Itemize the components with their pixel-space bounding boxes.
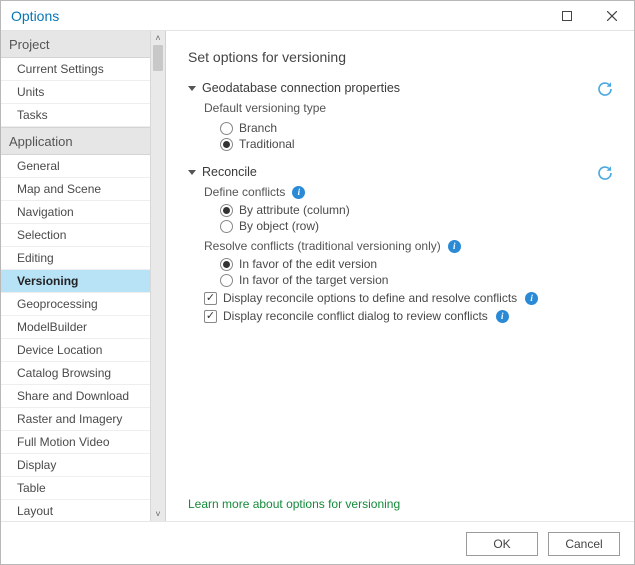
- radio-favor-edit-label: In favor of the edit version: [239, 257, 377, 271]
- radio-favor-edit[interactable]: In favor of the edit version: [220, 257, 616, 271]
- sidebar-item-raster-imagery[interactable]: Raster and Imagery: [1, 408, 151, 431]
- reset-geodatabase-button[interactable]: [596, 80, 614, 98]
- chevron-down-icon: [188, 86, 196, 91]
- checkbox-icon: ✓: [204, 292, 217, 305]
- info-icon[interactable]: i: [448, 240, 461, 253]
- info-icon[interactable]: i: [292, 186, 305, 199]
- sidebar-item-catalog-browsing[interactable]: Catalog Browsing: [1, 362, 151, 385]
- radio-traditional-label: Traditional: [239, 137, 295, 151]
- radio-by-object[interactable]: By object (row): [220, 219, 616, 233]
- scroll-down-arrow-icon[interactable]: ˅: [151, 507, 165, 521]
- close-button[interactable]: [589, 1, 634, 31]
- maximize-button[interactable]: [544, 1, 589, 31]
- content-pane: Set options for versioning Geodatabase c…: [166, 31, 634, 521]
- group-header-reconcile[interactable]: Reconcile: [188, 165, 616, 179]
- versioning-type-label: Default versioning type: [204, 101, 616, 115]
- cancel-button[interactable]: Cancel: [548, 532, 620, 556]
- sidebar-item-full-motion-video[interactable]: Full Motion Video: [1, 431, 151, 454]
- sidebar-item-versioning[interactable]: Versioning: [1, 270, 151, 293]
- check-display-dialog-label: Display reconcile conflict dialog to rev…: [223, 309, 488, 323]
- check-display-options-label: Display reconcile options to define and …: [223, 291, 517, 305]
- resolve-conflicts-label: Resolve conflicts (traditional versionin…: [204, 239, 441, 253]
- sidebar-section-application[interactable]: Application: [1, 127, 165, 155]
- check-display-options[interactable]: ✓ Display reconcile options to define an…: [204, 291, 616, 305]
- ok-button[interactable]: OK: [466, 532, 538, 556]
- chevron-down-icon: [188, 170, 196, 175]
- sidebar: Project Current Settings Units Tasks App…: [1, 31, 166, 521]
- group-title-reconcile: Reconcile: [202, 165, 257, 179]
- sidebar-item-tasks[interactable]: Tasks: [1, 104, 151, 127]
- sidebar-section-project[interactable]: Project: [1, 31, 165, 58]
- sidebar-item-general[interactable]: General: [1, 155, 151, 178]
- radio-by-object-label: By object (row): [239, 219, 319, 233]
- radio-favor-target-label: In favor of the target version: [239, 273, 388, 287]
- radio-icon: [220, 138, 233, 151]
- info-icon[interactable]: i: [525, 292, 538, 305]
- close-icon: [607, 11, 617, 21]
- radio-icon: [220, 258, 233, 271]
- page-title: Set options for versioning: [188, 49, 616, 65]
- learn-more-link[interactable]: Learn more about options for versioning: [188, 497, 400, 511]
- scroll-up-arrow-icon[interactable]: ˄: [151, 31, 165, 45]
- sidebar-item-table[interactable]: Table: [1, 477, 151, 500]
- sidebar-item-editing[interactable]: Editing: [1, 247, 151, 270]
- define-conflicts-label: Define conflicts: [204, 185, 285, 199]
- radio-favor-target[interactable]: In favor of the target version: [220, 273, 616, 287]
- radio-icon: [220, 274, 233, 287]
- checkbox-icon: ✓: [204, 310, 217, 323]
- scroll-thumb[interactable]: [153, 45, 163, 71]
- radio-icon: [220, 122, 233, 135]
- sidebar-item-units[interactable]: Units: [1, 81, 151, 104]
- sidebar-item-device-location[interactable]: Device Location: [1, 339, 151, 362]
- sidebar-item-navigation[interactable]: Navigation: [1, 201, 151, 224]
- group-reconcile: Reconcile Define conflicts i By attribut…: [188, 165, 616, 323]
- group-header-geodatabase[interactable]: Geodatabase connection properties: [188, 81, 616, 95]
- group-title-geodatabase: Geodatabase connection properties: [202, 81, 400, 95]
- reset-reconcile-button[interactable]: [596, 164, 614, 182]
- resolve-conflicts-label-row: Resolve conflicts (traditional versionin…: [204, 239, 616, 253]
- sidebar-item-current-settings[interactable]: Current Settings: [1, 58, 151, 81]
- reset-icon: [596, 164, 614, 182]
- sidebar-item-modelbuilder[interactable]: ModelBuilder: [1, 316, 151, 339]
- sidebar-item-share-download[interactable]: Share and Download: [1, 385, 151, 408]
- sidebar-scrollbar[interactable]: ˄ ˅: [150, 31, 165, 521]
- info-icon[interactable]: i: [496, 310, 509, 323]
- sidebar-item-map-scene[interactable]: Map and Scene: [1, 178, 151, 201]
- sidebar-item-selection[interactable]: Selection: [1, 224, 151, 247]
- sidebar-item-layout[interactable]: Layout: [1, 500, 151, 521]
- sidebar-item-display[interactable]: Display: [1, 454, 151, 477]
- radio-icon: [220, 204, 233, 217]
- reset-icon: [596, 80, 614, 98]
- check-display-dialog[interactable]: ✓ Display reconcile conflict dialog to r…: [204, 309, 616, 323]
- radio-icon: [220, 220, 233, 233]
- radio-traditional[interactable]: Traditional: [220, 137, 616, 151]
- define-conflicts-label-row: Define conflicts i: [204, 185, 616, 199]
- maximize-icon: [562, 11, 572, 21]
- sidebar-item-geoprocessing[interactable]: Geoprocessing: [1, 293, 151, 316]
- dialog-body: Project Current Settings Units Tasks App…: [1, 31, 634, 521]
- group-geodatabase: Geodatabase connection properties Defaul…: [188, 81, 616, 151]
- radio-branch[interactable]: Branch: [220, 121, 616, 135]
- titlebar: Options: [1, 1, 634, 31]
- radio-by-attribute[interactable]: By attribute (column): [220, 203, 616, 217]
- radio-branch-label: Branch: [239, 121, 277, 135]
- radio-by-attribute-label: By attribute (column): [239, 203, 350, 217]
- window-title: Options: [11, 8, 544, 24]
- footer: OK Cancel: [1, 521, 634, 565]
